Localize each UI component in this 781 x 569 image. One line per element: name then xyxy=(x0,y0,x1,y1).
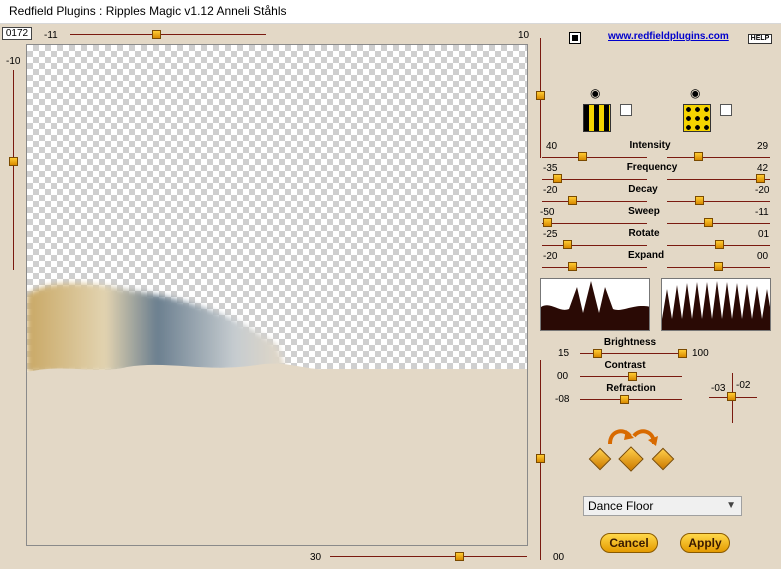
dots-pattern-icon[interactable] xyxy=(683,104,711,132)
rotate-left: -25 xyxy=(543,229,558,240)
sweep-label: Sweep xyxy=(628,206,660,217)
decay-left: -20 xyxy=(543,185,558,196)
top-slider-knob[interactable] xyxy=(152,30,161,39)
rotate-knob-left[interactable] xyxy=(563,240,572,249)
rotate-track-left[interactable] xyxy=(542,245,647,246)
intensity-track-right[interactable] xyxy=(667,157,770,158)
preset-selected-value: Dance Floor xyxy=(588,499,654,513)
intensity-left: 40 xyxy=(546,141,558,152)
sweep-right: -11 xyxy=(755,207,769,218)
refraction-knob[interactable] xyxy=(620,395,629,404)
expand-track-left[interactable] xyxy=(542,267,647,268)
bottom-slider-knob[interactable] xyxy=(455,552,464,561)
refraction-track[interactable] xyxy=(580,399,682,400)
decay-right: -20 xyxy=(755,185,770,196)
eye-icon-2[interactable]: ◉ xyxy=(690,86,700,100)
preset-select[interactable]: Dance Floor ▼ xyxy=(583,496,742,516)
decay-label: Decay xyxy=(628,184,658,195)
waveform-left-preview xyxy=(540,278,650,331)
stripes-pattern-icon[interactable] xyxy=(583,104,611,132)
sweep-track-left[interactable] xyxy=(542,223,647,224)
sweep-knob-right[interactable] xyxy=(704,218,713,227)
refraction-value: -08 xyxy=(555,394,570,405)
right-slider-knob-top[interactable] xyxy=(536,91,545,100)
frequency-knob-right[interactable] xyxy=(756,174,765,183)
decay-knob-left[interactable] xyxy=(568,196,577,205)
top-slider-track[interactable] xyxy=(70,34,266,35)
dots-checkbox[interactable] xyxy=(720,104,732,116)
xy-left-value: -03 xyxy=(711,383,726,394)
sweep-left: -50 xyxy=(540,207,555,218)
decay-track-right[interactable] xyxy=(667,201,770,202)
contrast-label: Contrast xyxy=(604,360,646,371)
preview-area[interactable] xyxy=(26,44,528,546)
contrast-knob[interactable] xyxy=(628,372,637,381)
refraction-label: Refraction xyxy=(606,383,656,394)
contrast-value: 00 xyxy=(557,371,569,382)
brightness-max: 100 xyxy=(692,348,709,359)
top-slider-max: 10 xyxy=(518,30,530,41)
seed-value: 0172 xyxy=(5,28,29,39)
cancel-button[interactable]: Cancel xyxy=(600,533,658,553)
intensity-knob-right[interactable] xyxy=(694,152,703,161)
frequency-knob-left[interactable] xyxy=(553,174,562,183)
title-bar: Redfield Plugins : Ripples Magic v1.12 A… xyxy=(0,0,781,24)
expand-left: -20 xyxy=(543,251,558,262)
seed-box[interactable]: 0172 xyxy=(2,27,32,40)
expand-knob-right[interactable] xyxy=(714,262,723,271)
apply-label: Apply xyxy=(688,536,722,550)
xy-right-value: -02 xyxy=(736,380,751,391)
brightness-knob-right[interactable] xyxy=(678,349,687,358)
intensity-right: 29 xyxy=(757,141,769,152)
left-slider-top: -10 xyxy=(6,56,21,67)
intensity-knob-left[interactable] xyxy=(578,152,587,161)
help-label: HELP xyxy=(750,35,770,42)
top-slider-min: -11 xyxy=(44,30,58,41)
expand-right: 00 xyxy=(757,251,769,262)
expand-knob-left[interactable] xyxy=(568,262,577,271)
waveform-right-preview xyxy=(661,278,771,331)
rotate-label: Rotate xyxy=(628,228,660,239)
sweep-track-right[interactable] xyxy=(667,223,770,224)
sweep-knob-left[interactable] xyxy=(543,218,552,227)
decay-knob-right[interactable] xyxy=(695,196,704,205)
brightness-knob-left[interactable] xyxy=(593,349,602,358)
eye-icon[interactable]: ◉ xyxy=(590,86,600,100)
rotate-knob-right[interactable] xyxy=(715,240,724,249)
color-swatch-icon[interactable] xyxy=(569,32,581,44)
chevron-down-icon: ▼ xyxy=(726,500,736,511)
stripes-checkbox[interactable] xyxy=(620,104,632,116)
left-slider-knob[interactable] xyxy=(9,157,18,166)
frequency-label: Frequency xyxy=(626,162,678,173)
intensity-label: Intensity xyxy=(629,140,671,151)
cancel-label: Cancel xyxy=(609,536,649,550)
left-slider-track[interactable] xyxy=(13,70,14,270)
bottom-slider-track[interactable] xyxy=(330,556,527,557)
right-slider-knob-bottom[interactable] xyxy=(536,454,545,463)
apply-button[interactable]: Apply xyxy=(680,533,730,553)
randomize-arrows-icon[interactable] xyxy=(604,424,660,446)
brightness-label: Brightness xyxy=(603,337,657,348)
decay-track-left[interactable] xyxy=(542,201,647,202)
bottom-slider-min: 30 xyxy=(310,552,322,563)
frequency-right: 42 xyxy=(757,163,769,174)
xy-knob[interactable] xyxy=(727,392,736,401)
frequency-track-right[interactable] xyxy=(667,179,770,180)
bottom-slider-max: 00 xyxy=(553,552,565,563)
rotate-right: 01 xyxy=(758,229,770,240)
intensity-track-left[interactable] xyxy=(542,157,647,158)
window-title: Redfield Plugins : Ripples Magic v1.12 A… xyxy=(9,4,287,18)
expand-label: Expand xyxy=(627,250,665,261)
frequency-left: -35 xyxy=(543,163,558,174)
ripple-preview-image xyxy=(27,283,527,545)
brightness-min: 15 xyxy=(558,348,570,359)
help-button[interactable]: HELP xyxy=(748,34,772,44)
website-link[interactable]: www.redfieldplugins.com xyxy=(608,31,729,42)
